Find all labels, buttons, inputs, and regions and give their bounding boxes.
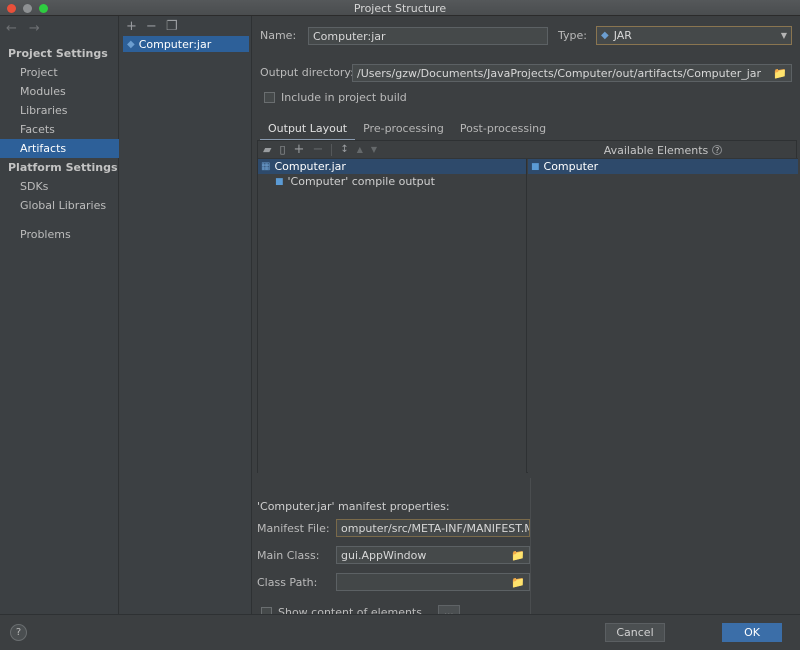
cancel-button[interactable]: Cancel (605, 623, 665, 642)
add-item-icon[interactable]: + (294, 143, 305, 156)
type-label: Type: (558, 29, 587, 42)
output-layout-panel: ▰ ▯ + − ↕ ▲ ▼ Available Elements ? ▦ Com… (257, 140, 797, 473)
project-structure-dialog: Project Structure ← → Project Settings P… (0, 0, 800, 650)
back-arrow-icon[interactable]: ← (6, 22, 17, 35)
tab-pre-processing[interactable]: Pre-processing (355, 119, 452, 141)
sidebar-list: Project Settings Project Modules Librari… (0, 44, 119, 244)
type-row: Type: (558, 29, 587, 42)
sidebar-item-project[interactable]: Project (0, 63, 119, 82)
tab-post-processing[interactable]: Post-processing (452, 119, 554, 141)
move-up-icon[interactable]: ▲ (357, 143, 363, 156)
remove-item-icon[interactable]: − (312, 143, 323, 156)
tree-row[interactable]: ■ 'Computer' compile output (258, 174, 526, 189)
tree-row-label: Computer (544, 160, 599, 173)
main-class-label: Main Class: (257, 549, 319, 562)
name-label: Name: (260, 29, 296, 42)
class-path-label-row: Class Path: (257, 576, 317, 589)
sidebar-item-facets[interactable]: Facets (0, 120, 119, 139)
available-elements-header: Available Elements ? (528, 141, 798, 159)
artifact-list-item-label: Computer:jar (139, 38, 212, 51)
sort-icon[interactable]: ↕ (340, 143, 348, 156)
sidebar-item-global-libraries[interactable]: Global Libraries (0, 196, 119, 215)
include-in-build-checkbox[interactable] (264, 92, 275, 103)
remove-icon[interactable]: − (146, 20, 157, 33)
tree-row-label: Computer.jar (274, 160, 346, 173)
module-icon: ■ (531, 162, 540, 172)
output-directory-value: /Users/gzw/Documents/JavaProjects/Comput… (357, 67, 761, 80)
artifact-list-item[interactable]: ◆ Computer:jar (123, 36, 249, 52)
sidebar-section-project-settings: Project Settings (0, 44, 119, 63)
title-bar: Project Structure (0, 0, 800, 16)
tree-row[interactable]: ▦ Computer.jar (258, 159, 526, 174)
sidebar-spacer (0, 215, 119, 225)
sidebar-item-libraries[interactable]: Libraries (0, 101, 119, 120)
editor-tabs: Output Layout Pre-processing Post-proces… (260, 119, 554, 141)
compile-output-icon: ■ (275, 177, 284, 187)
manifest-properties-title: 'Computer.jar' manifest properties: (257, 500, 450, 513)
add-icon[interactable]: + (126, 20, 137, 33)
available-elements-tree[interactable]: ■ Computer (528, 159, 798, 473)
chevron-down-icon: ▼ (781, 31, 787, 40)
add-directory-icon[interactable]: ▰ (263, 143, 271, 156)
jar-artifact-icon: ◆ (127, 39, 135, 50)
available-elements-label: Available Elements (604, 144, 709, 157)
panel-divider (530, 478, 531, 626)
settings-sidebar: ← → Project Settings Project Modules Lib… (0, 16, 119, 614)
manifest-file-input[interactable]: omputer/src/META-INF/MANIFEST.MF (336, 519, 530, 537)
type-dropdown-value: JAR (614, 29, 632, 42)
window-title: Project Structure (0, 2, 800, 15)
add-archive-icon[interactable]: ▯ (279, 143, 285, 156)
ok-button[interactable]: OK (722, 623, 782, 642)
type-dropdown[interactable]: ◆ JAR ▼ (596, 26, 792, 45)
name-input-value: Computer:jar (313, 30, 386, 43)
browse-main-class-icon[interactable]: 📁 (511, 549, 525, 562)
dialog-footer: ? Cancel OK https://blog.csdn.net/TouQKa… (0, 614, 800, 650)
copy-icon[interactable]: ❐ (166, 20, 178, 33)
browse-class-path-icon[interactable]: 📁 (511, 576, 525, 589)
class-path-label: Class Path: (257, 576, 317, 589)
manifest-file-value: omputer/src/META-INF/MANIFEST.MF (341, 522, 530, 535)
sidebar-navigation: ← → (6, 22, 40, 35)
sidebar-item-problems[interactable]: Problems (0, 225, 119, 244)
output-layout-toolbar: ▰ ▯ + − ↕ ▲ ▼ Available Elements ? (258, 141, 798, 159)
move-down-icon[interactable]: ▼ (371, 143, 377, 156)
output-directory-row: Output directory: (260, 66, 354, 79)
artifact-editor: Name: Computer:jar Type: ◆ JAR ▼ Output … (252, 16, 800, 614)
main-class-value: gui.AppWindow (341, 549, 426, 562)
forward-arrow-icon[interactable]: → (29, 22, 40, 35)
artifacts-pane: + − ❐ ◆ Computer:jar (120, 16, 252, 614)
include-in-build-row[interactable]: Include in project build (264, 91, 407, 104)
tree-row[interactable]: ■ Computer (528, 159, 798, 174)
include-in-build-label: Include in project build (281, 91, 407, 104)
name-row: Name: (260, 29, 296, 42)
archive-icon: ▦ (261, 161, 270, 172)
toolbar-separator (331, 144, 332, 156)
sidebar-section-platform-settings: Platform Settings (0, 158, 119, 177)
sidebar-item-sdks[interactable]: SDKs (0, 177, 119, 196)
output-directory-input[interactable]: /Users/gzw/Documents/JavaProjects/Comput… (352, 64, 792, 82)
class-path-input[interactable]: 📁 (336, 573, 530, 591)
output-layout-tree[interactable]: ▦ Computer.jar ■ 'Computer' compile outp… (258, 159, 527, 473)
manifest-file-label-row: Manifest File: (257, 522, 330, 535)
name-input[interactable]: Computer:jar (308, 27, 548, 45)
jar-type-icon: ◆ (601, 30, 609, 41)
help-circle-icon[interactable]: ? (712, 145, 722, 155)
output-directory-label: Output directory: (260, 66, 354, 79)
sidebar-item-modules[interactable]: Modules (0, 82, 119, 101)
main-class-input[interactable]: gui.AppWindow 📁 (336, 546, 530, 564)
browse-folder-icon[interactable]: 📁 (773, 67, 787, 80)
help-button[interactable]: ? (10, 624, 27, 641)
tab-output-layout[interactable]: Output Layout (260, 119, 355, 141)
sidebar-item-artifacts[interactable]: Artifacts (0, 139, 119, 158)
manifest-file-label: Manifest File: (257, 522, 330, 535)
tree-row-label: 'Computer' compile output (288, 175, 435, 188)
main-class-label-row: Main Class: (257, 549, 319, 562)
artifacts-toolbar: + − ❐ (120, 16, 252, 36)
